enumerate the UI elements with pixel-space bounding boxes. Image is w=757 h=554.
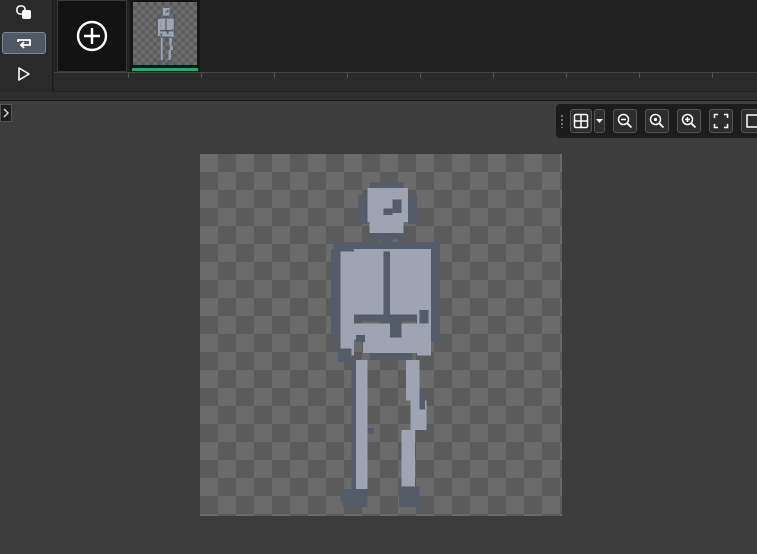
- sprite-pixel: [405, 359, 420, 401]
- sprite-pixel: [340, 251, 354, 356]
- panel-divider[interactable]: [0, 92, 757, 101]
- ruler-tick: [274, 73, 275, 78]
- sprite-pixel: [419, 310, 429, 326]
- sprite-pixel: [362, 339, 420, 354]
- fullscreen-icon: [713, 113, 729, 129]
- sprite-pixel: [165, 11, 167, 13]
- onion-skin-button[interactable]: [2, 1, 46, 23]
- skeleton-sprite: [331, 182, 440, 507]
- zoom-reset-icon: [649, 113, 665, 129]
- ruler-tick: [128, 73, 129, 78]
- ruler-tick: [639, 73, 640, 78]
- timeline-panel: [0, 0, 757, 92]
- toolbar-grip[interactable]: [560, 114, 564, 128]
- sprite-pixel: [399, 486, 420, 501]
- sprite-pixel: [169, 9, 172, 15]
- sprite-pixel: [408, 194, 418, 225]
- sprite-pixel: [171, 29, 174, 32]
- sprite-pixel: [168, 62, 173, 64]
- zoom-in-icon: [681, 113, 697, 129]
- ruler-tick: [201, 73, 202, 78]
- sprite-pixel: [160, 33, 163, 35]
- playback-tools: [0, 0, 53, 92]
- sprite-pixel: [356, 335, 366, 342]
- expand-panel-button[interactable]: [0, 104, 12, 122]
- fit-to-screen-button[interactable]: [709, 109, 733, 133]
- frame-icon: [746, 114, 757, 128]
- zoom-out-button[interactable]: [613, 109, 637, 133]
- play-icon: [18, 67, 30, 81]
- sprite-pixel: [338, 348, 352, 363]
- sprite-pixel: [157, 35, 160, 39]
- sprite-pixel: [430, 249, 440, 342]
- zoom-in-button[interactable]: [677, 109, 701, 133]
- sprite-pixel: [162, 49, 164, 51]
- sprite-pixel: [157, 18, 161, 38]
- sprite-pixel: [156, 18, 158, 35]
- ruler-tick: [493, 73, 494, 78]
- sprite-pixel: [169, 37, 172, 45]
- sprite-pixel: [392, 199, 402, 213]
- add-frame-button[interactable]: [57, 0, 127, 72]
- grid-options-dropdown[interactable]: [594, 109, 605, 133]
- sprite-pixel: [158, 62, 163, 64]
- zoom-toolbar: [556, 104, 757, 138]
- sprite-pixel: [358, 194, 368, 225]
- drawing-canvas[interactable]: [200, 154, 562, 516]
- sprite-pixel: [171, 42, 173, 47]
- onion-skin-icon: [16, 5, 31, 19]
- frame-thumbnail[interactable]: [130, 0, 200, 72]
- zoom-reset-button[interactable]: [645, 109, 669, 133]
- sprite-pixel: [342, 500, 368, 507]
- ruler-tick: [712, 73, 713, 78]
- sprite-pixel: [161, 9, 163, 15]
- ruler-tick: [347, 73, 348, 78]
- chevron-down-icon: [596, 118, 603, 123]
- chevron-right-icon: [3, 108, 9, 118]
- sprite-pixel: [369, 219, 404, 234]
- sprite-pixel: [168, 50, 171, 60]
- grid-button[interactable]: [570, 109, 592, 133]
- sprite-pixel: [390, 321, 402, 338]
- frame-view-button[interactable]: [741, 109, 757, 133]
- sprite-pixel: [161, 34, 172, 37]
- sprite-pixel: [159, 37, 161, 61]
- sprite-pixel: [367, 427, 375, 434]
- sprite-pixel: [166, 9, 169, 13]
- sprite-pixel: [162, 7, 170, 14]
- ruler-tick: [566, 73, 567, 78]
- sprite-pixel: [331, 249, 341, 342]
- sprite-pixel: [383, 251, 391, 320]
- plus-circle-icon: [76, 20, 108, 52]
- loop-button[interactable]: [2, 32, 46, 54]
- selected-frame-indicator: [132, 68, 198, 71]
- sprite-pixel: [166, 31, 169, 34]
- timeline-ruler: [54, 72, 757, 91]
- ruler-tick: [420, 73, 421, 78]
- thumbnail-sprite: [156, 6, 176, 64]
- frame-thumbnail-image: [133, 2, 197, 65]
- sprite-pixel: [173, 18, 176, 35]
- loop-icon: [17, 39, 31, 49]
- sprite-pixel: [383, 208, 393, 216]
- zoom-out-icon: [617, 113, 633, 129]
- sprite-pixel: [399, 500, 422, 507]
- sprite-pixel: [165, 18, 167, 31]
- sprite-pixel: [351, 359, 357, 489]
- sprite-pixel: [369, 353, 413, 360]
- sprite-pixel: [168, 59, 172, 63]
- sprite-pixel: [401, 430, 415, 487]
- play-button[interactable]: [2, 63, 46, 85]
- grid-icon: [573, 113, 589, 129]
- sprite-pixel: [163, 36, 171, 38]
- sprite-pixel: [419, 389, 426, 410]
- sprite-pixel: [367, 187, 409, 222]
- sprite-pixel: [163, 13, 169, 16]
